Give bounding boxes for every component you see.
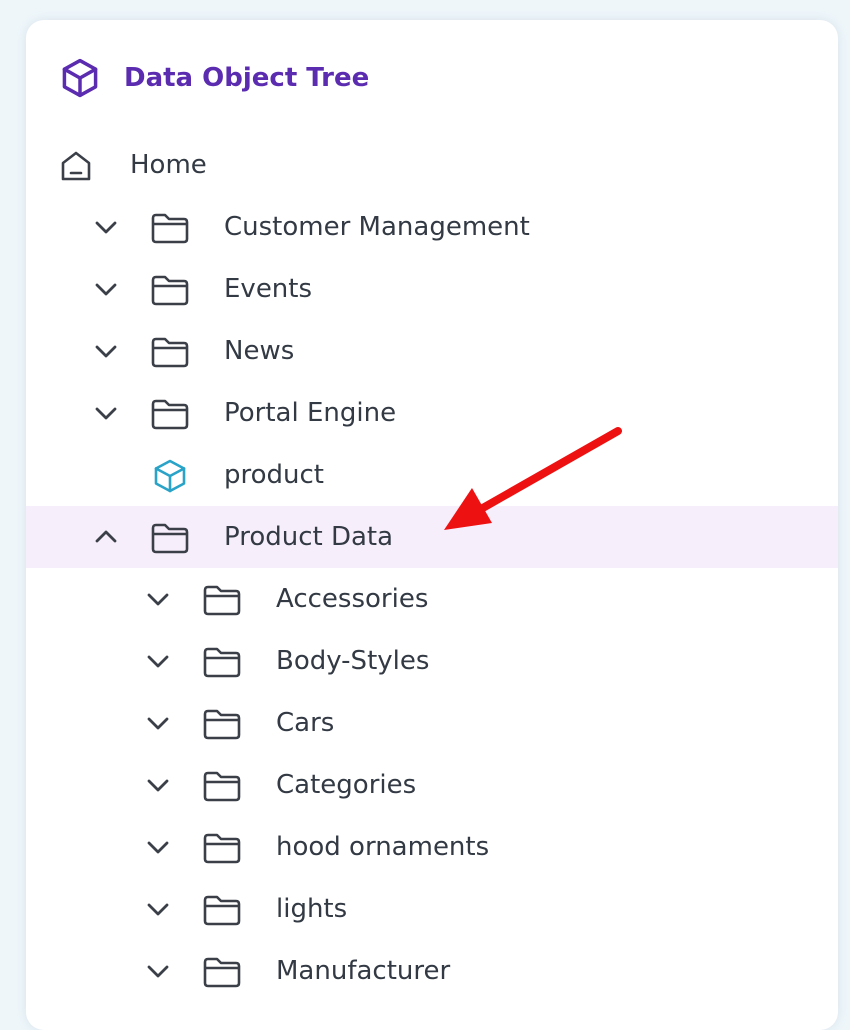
folder-icon [203, 585, 241, 616]
folder-icon [203, 647, 241, 678]
folder-icon [203, 895, 241, 926]
chevron-down-icon[interactable] [146, 649, 170, 673]
chevron-down-icon[interactable] [94, 401, 118, 425]
tree-item-label: hood ornaments [276, 832, 490, 862]
tree-item-product[interactable]: product [26, 444, 838, 506]
tree-item-product-data[interactable]: Product Data [26, 506, 838, 568]
folder-icon [151, 399, 189, 430]
tree-item-label: Portal Engine [224, 398, 397, 428]
tree-item-label: News [224, 336, 295, 366]
tree-item-label: Categories [276, 770, 417, 800]
chevron-down-icon[interactable] [146, 711, 170, 735]
tree-item-label: Events [224, 274, 313, 304]
tree-item-label: Manufacturer [276, 956, 451, 986]
chevron-down-icon[interactable] [94, 277, 118, 301]
tree-item-accessories[interactable]: Accessories [26, 568, 838, 630]
tree-item-label: product [224, 460, 325, 490]
tree-item-label: Customer Management [224, 212, 530, 242]
tree-item-label: Cars [276, 708, 335, 738]
tree-item-cars[interactable]: Cars [26, 692, 838, 754]
chevron-down-icon[interactable] [146, 897, 170, 921]
chevron-down-icon[interactable] [146, 959, 170, 983]
folder-icon [151, 337, 189, 368]
folder-icon [203, 957, 241, 988]
tree-item-events[interactable]: Events [26, 258, 838, 320]
tree-item-hood-ornaments[interactable]: hood ornaments [26, 816, 838, 878]
tree-item-categories[interactable]: Categories [26, 754, 838, 816]
panel-title: Data Object Tree [124, 63, 370, 93]
panel-header: Data Object Tree [58, 56, 369, 100]
tree-item-customer-management[interactable]: Customer Management [26, 196, 838, 258]
tree-item-portal-engine[interactable]: Portal Engine [26, 382, 838, 444]
tree-item-label: Body-Styles [276, 646, 430, 676]
folder-icon [203, 771, 241, 802]
cube-icon [154, 459, 186, 493]
tree-item-label: lights [276, 894, 348, 924]
chevron-down-icon[interactable] [94, 339, 118, 363]
tree-item-label: Accessories [276, 584, 429, 614]
folder-icon [151, 523, 189, 554]
cube-icon [62, 58, 98, 98]
tree-item-label: Home [130, 150, 207, 180]
tree-item-body-styles[interactable]: Body-Styles [26, 630, 838, 692]
chevron-up-icon[interactable] [94, 525, 118, 549]
chevron-down-icon[interactable] [146, 773, 170, 797]
chevron-down-icon[interactable] [146, 587, 170, 611]
data-object-tree-panel: Data Object Tree Home Customer Managemen… [26, 20, 838, 1030]
home-icon [61, 151, 91, 181]
folder-icon [151, 213, 189, 244]
tree-item-home[interactable]: Home [26, 134, 838, 196]
tree-item-lights[interactable]: lights [26, 878, 838, 940]
chevron-down-icon[interactable] [146, 835, 170, 859]
tree-item-manufacturer[interactable]: Manufacturer [26, 940, 838, 1002]
folder-icon [203, 709, 241, 740]
tree-item-label: Product Data [224, 522, 394, 552]
chevron-down-icon[interactable] [94, 215, 118, 239]
tree-item-news[interactable]: News [26, 320, 838, 382]
folder-icon [151, 275, 189, 306]
folder-icon [203, 833, 241, 864]
